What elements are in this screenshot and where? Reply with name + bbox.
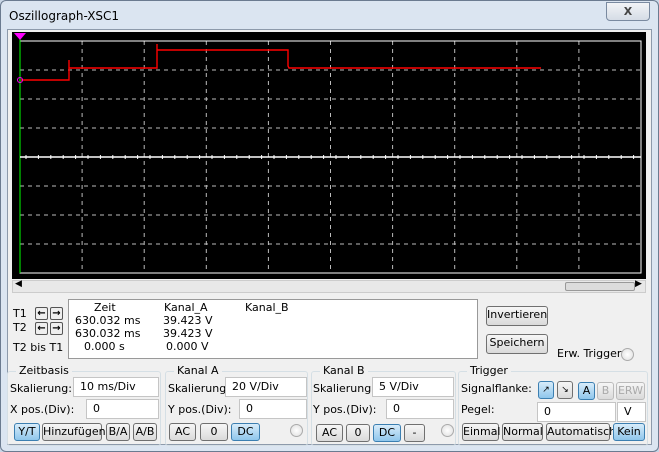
channel-a-scale-label: Skalierung:	[168, 382, 230, 395]
channel-b-title: Kanal B	[320, 364, 368, 377]
trigger-normal-button[interactable]: Normal	[502, 423, 543, 441]
channel-b-ypos-label: Y pos.(Div):	[313, 403, 377, 416]
close-button[interactable]: X	[606, 2, 650, 21]
channel-a-trace	[21, 44, 541, 81]
save-button[interactable]: Speichern	[486, 334, 548, 354]
xpos-label: X pos.(Div):	[10, 403, 75, 416]
channel-a-scale-input[interactable]: 20 V/Div	[225, 377, 307, 397]
falling-edge-icon[interactable]: ↘	[557, 381, 573, 399]
channel-b-scale-label: Skalierung:	[313, 382, 375, 395]
trigger-title: Trigger	[467, 364, 511, 377]
scroll-left-icon[interactable]: ◀	[15, 279, 22, 289]
mode-add-button[interactable]: Hinzufügen	[42, 423, 106, 441]
trigger-none-button[interactable]: Kein	[613, 423, 645, 441]
header-zeit: Zeit	[94, 301, 116, 314]
scroll-right-icon[interactable]: ▶	[635, 279, 642, 289]
channel-a-ac-button[interactable]: AC	[169, 423, 196, 441]
ext-trigger-indicator[interactable]	[621, 348, 634, 361]
timebase-scale-label: Skalierung:	[10, 382, 72, 395]
header-kanal-a: Kanal_A	[164, 301, 208, 314]
t1-kanal-a: 39.423 V	[163, 314, 213, 327]
t2-time: 630.032 ms	[75, 327, 141, 340]
trigger-auto-button[interactable]: Automatisch	[546, 423, 616, 441]
channel-a-zero-button[interactable]: 0	[200, 423, 228, 441]
timebase-scale-input[interactable]: 10 ms/Div	[73, 377, 159, 397]
channel-b-zero-button[interactable]: 0	[346, 424, 370, 442]
invert-button[interactable]: Invertieren	[486, 306, 548, 326]
channel-b-indicator	[441, 424, 454, 437]
edge-label: Signalflanke:	[461, 382, 532, 395]
cursor-readout: Zeit Kanal_A Kanal_B 630.032 ms 39.423 V…	[68, 299, 478, 359]
t2-left-arrow-icon[interactable]: ←	[35, 322, 48, 335]
trigger-single-button[interactable]: Einmal	[462, 423, 501, 441]
mode-ab-button[interactable]: A/B	[133, 423, 157, 441]
scrollbar-thumb[interactable]	[565, 282, 635, 291]
t1-left-arrow-icon[interactable]: ←	[35, 307, 48, 320]
timebase-title: Zeitbasis	[16, 364, 72, 377]
t1-time: 630.032 ms	[75, 314, 141, 327]
channel-a-ypos-input[interactable]: 0	[239, 399, 307, 419]
channel-b-scale-input[interactable]: 5 V/Div	[372, 377, 454, 397]
horizontal-scrollbar[interactable]: ◀ ▶	[12, 279, 646, 293]
mode-ba-button[interactable]: B/A	[106, 423, 130, 441]
channel-b-dc-button[interactable]: DC	[373, 424, 401, 442]
cursor-t1-marker-icon	[14, 33, 26, 40]
channel-b-ypos-input[interactable]: 0	[386, 399, 454, 419]
rising-edge-icon[interactable]: ↗	[538, 381, 554, 399]
t2-kanal-a: 39.423 V	[163, 327, 213, 340]
delta-time: 0.000 s	[84, 340, 125, 353]
t1-right-arrow-icon[interactable]: →	[50, 307, 63, 320]
trigger-source-b-button[interactable]: B	[597, 382, 614, 400]
trigger-source-ext-button[interactable]: ERW	[616, 382, 645, 400]
channel-b-ac-button[interactable]: AC	[316, 424, 343, 442]
level-input[interactable]: 0	[537, 402, 616, 422]
channel-a-title: Kanal A	[174, 364, 222, 377]
scope-display[interactable]	[12, 32, 646, 279]
level-label: Pegel:	[461, 403, 495, 416]
channel-a-ypos-label: Y pos.(Div):	[168, 403, 232, 416]
channel-b-minus-button[interactable]: -	[404, 424, 425, 442]
scope-plot	[14, 33, 642, 274]
mode-yt-button[interactable]: Y/T	[14, 423, 40, 441]
t2-t1-label: T2 bis T1	[13, 341, 64, 354]
ext-trigger-label: Erw. Trigger	[557, 347, 622, 360]
level-unit[interactable]: V	[617, 402, 646, 422]
delta-kanal-a: 0.000 V	[166, 340, 209, 353]
t2-right-arrow-icon[interactable]: →	[50, 322, 63, 335]
t2-label: T2	[13, 321, 27, 334]
channel-a-dc-button[interactable]: DC	[231, 423, 260, 441]
trigger-source-a-button[interactable]: A	[578, 382, 595, 400]
header-kanal-b: Kanal_B	[245, 301, 289, 314]
xpos-input[interactable]: 0	[86, 399, 159, 419]
channel-a-indicator	[290, 424, 303, 437]
t1-label: T1	[13, 307, 27, 320]
window-title: Oszillograph-XSC1	[9, 9, 120, 23]
